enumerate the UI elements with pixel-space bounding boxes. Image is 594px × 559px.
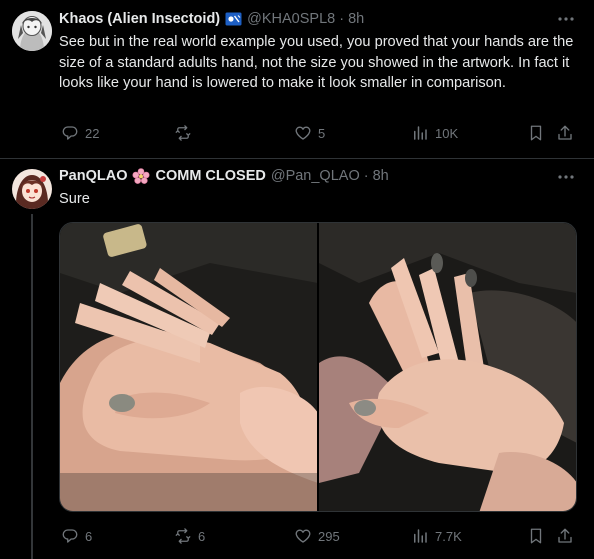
tweet-text: Sure: [59, 191, 90, 207]
reply-icon: [62, 126, 78, 140]
repost-icon: [175, 125, 191, 141]
reply-icon: [62, 529, 78, 543]
like-button[interactable]: 295: [294, 526, 340, 546]
views-chart-icon: [414, 126, 427, 140]
more-options-icon[interactable]: [556, 169, 576, 185]
views-count: 7.7K: [435, 528, 462, 544]
cherry-blossom-icon: [132, 168, 150, 184]
repost-icon: [175, 528, 191, 544]
separator: ·: [339, 11, 345, 27]
hands-photo-image: [319, 223, 576, 511]
display-name-suffix[interactable]: COMM CLOSED: [155, 168, 265, 184]
timestamp[interactable]: 8h: [373, 168, 389, 184]
media-grid[interactable]: [59, 222, 577, 512]
display-name[interactable]: Khaos (Alien Insectoid): [59, 11, 220, 27]
tweet[interactable]: Khaos (Alien Insectoid) @KHA0SPL8 · 8h S…: [0, 0, 594, 158]
separator: ·: [363, 168, 369, 184]
handle[interactable]: @Pan_QLAO: [271, 168, 360, 184]
bookmark-icon: [530, 125, 542, 141]
reply-count: 22: [85, 125, 100, 141]
share-button[interactable]: [556, 123, 574, 143]
more-options-icon[interactable]: [556, 11, 576, 27]
share-icon: [558, 125, 572, 140]
heart-icon: [295, 529, 311, 543]
hands-photo-image: [60, 223, 317, 511]
like-button[interactable]: 5: [294, 123, 325, 143]
repost-count: 6: [198, 528, 206, 544]
hands-photo-left[interactable]: [60, 223, 317, 511]
like-count: 295: [318, 528, 340, 544]
reply-button[interactable]: 6: [61, 526, 92, 546]
action-bar: 6 6 295 7.7K: [59, 526, 579, 546]
reply-count: 6: [85, 528, 93, 544]
like-count: 5: [318, 125, 326, 141]
handle[interactable]: @KHA0SPL8: [247, 11, 335, 27]
display-name[interactable]: PanQLAO: [59, 168, 127, 184]
tweet-header: Khaos (Alien Insectoid) @KHA0SPL8 · 8h: [59, 9, 364, 29]
views-button[interactable]: 7.7K: [411, 526, 462, 546]
tweet-text: See but in the real world example you us…: [59, 34, 574, 91]
heart-icon: [295, 126, 311, 140]
views-button[interactable]: 10K: [411, 123, 458, 143]
avatar-image: [12, 11, 52, 51]
views-count: 10K: [435, 125, 459, 141]
tweet-header: PanQLAO COMM CLOSED @Pan_QLAO · 8h: [59, 166, 389, 186]
share-icon: [558, 528, 572, 543]
thread-connector: [31, 214, 33, 559]
repost-button[interactable]: [174, 123, 198, 143]
flag-badge-icon: [225, 12, 242, 26]
timestamp[interactable]: 8h: [348, 11, 364, 27]
hands-photo-right[interactable]: [319, 223, 576, 511]
share-button[interactable]: [556, 526, 574, 546]
bookmark-button[interactable]: [527, 526, 545, 546]
bookmark-icon: [530, 528, 542, 544]
avatar-image: [12, 169, 52, 209]
reply-button[interactable]: 22: [61, 123, 99, 143]
bookmark-button[interactable]: [527, 123, 545, 143]
avatar[interactable]: [12, 169, 52, 209]
action-bar: 22 5 10K: [59, 123, 579, 143]
repost-button[interactable]: 6: [174, 526, 205, 546]
avatar[interactable]: [12, 11, 52, 51]
views-chart-icon: [414, 529, 427, 543]
